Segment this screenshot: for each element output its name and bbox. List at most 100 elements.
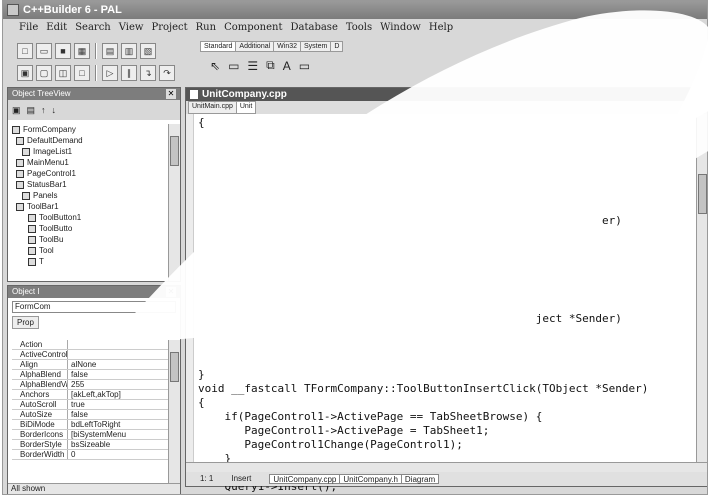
delete-item-icon[interactable]: ▤ [27, 105, 36, 116]
close-icon[interactable]: ✕ [166, 287, 176, 297]
up-arrow-icon[interactable]: ↑ [41, 105, 46, 115]
property-row[interactable]: BorderStyle bsSizeable [12, 440, 168, 450]
tree-item[interactable]: ToolBu [12, 234, 168, 245]
tab-unitmain[interactable]: UnitMain.cpp [188, 101, 237, 114]
editor-hscroll[interactable] [186, 462, 707, 472]
code-line[interactable]: er) [198, 214, 698, 228]
open-project-icon[interactable]: ▤ [102, 43, 118, 59]
code-line[interactable] [198, 284, 698, 298]
label-icon[interactable]: A [283, 59, 291, 73]
pointer-icon[interactable]: ⇖ [210, 59, 220, 73]
menu-help[interactable]: Help [429, 22, 453, 36]
code-line[interactable]: { [198, 396, 698, 410]
tree-item[interactable]: MainMenu1 [12, 157, 168, 168]
menu-file[interactable]: File [19, 22, 38, 36]
save-all-icon[interactable]: ▦ [74, 43, 90, 59]
menu-run[interactable]: Run [196, 22, 216, 36]
view-unit-icon[interactable]: ▣ [17, 65, 33, 81]
code-line[interactable] [198, 298, 698, 312]
code-line[interactable] [198, 144, 698, 158]
code-line[interactable]: ject *Sender) [198, 312, 698, 326]
code-line[interactable] [198, 242, 698, 256]
down-arrow-icon[interactable]: ↓ [52, 105, 57, 115]
code-line[interactable] [198, 158, 698, 172]
menu-project[interactable]: Project [151, 22, 187, 36]
trace-into-icon[interactable]: ↴ [140, 65, 156, 81]
code-line[interactable] [198, 228, 698, 242]
code-line[interactable] [198, 270, 698, 284]
menu-window[interactable]: Window [380, 22, 421, 36]
tree-item[interactable]: DefaultDemand [12, 135, 168, 146]
save-icon[interactable]: ■ [55, 43, 71, 59]
menu-tools[interactable]: Tools [346, 22, 372, 36]
menu-search[interactable]: Search [75, 22, 111, 36]
code-line[interactable] [198, 172, 698, 186]
treeview-scrollbar[interactable] [168, 124, 180, 281]
tree-item[interactable]: Tool [12, 245, 168, 256]
tree-item[interactable]: FormCompany [12, 124, 168, 135]
menu-database[interactable]: Database [290, 22, 337, 36]
code-line[interactable]: { [198, 116, 698, 130]
tab-properties[interactable]: Prop [12, 316, 39, 329]
tree-item[interactable]: StatusBar1 [12, 179, 168, 190]
editor-vscroll[interactable] [696, 114, 707, 472]
tree-item[interactable]: ToolButto [12, 223, 168, 234]
code-line[interactable] [198, 130, 698, 144]
tree-item[interactable]: ToolBar1 [12, 201, 168, 212]
remove-file-icon[interactable]: ▧ [140, 43, 156, 59]
property-row[interactable]: Align alNone [12, 360, 168, 370]
edit-icon[interactable]: ▭ [299, 59, 310, 73]
popupmenu-icon[interactable]: ⧉ [266, 58, 275, 73]
run-icon[interactable]: ▷ [102, 65, 118, 81]
view-form-icon[interactable]: ▢ [36, 65, 52, 81]
property-row[interactable]: BiDiMode bdLeftToRight [12, 420, 168, 430]
menu-edit[interactable]: Edit [46, 22, 67, 36]
code-line[interactable]: if(PageControl1->ActivePage == TabSheetB… [198, 410, 698, 424]
tree-item[interactable]: ToolButton1 [12, 212, 168, 223]
code-line[interactable]: void __fastcall TFormCompany::ToolButton… [198, 382, 698, 396]
property-row[interactable]: Action [12, 340, 168, 350]
object-selector[interactable]: FormCom [12, 301, 176, 313]
code-line[interactable] [198, 326, 698, 340]
code-line[interactable] [198, 354, 698, 368]
pause-icon[interactable]: ∥ [121, 65, 137, 81]
property-row[interactable]: AutoScroll true [12, 400, 168, 410]
palette-tab-standard[interactable]: Standard [200, 41, 237, 52]
frames-icon[interactable]: ▭ [228, 59, 239, 73]
new-form-icon[interactable]: □ [74, 65, 90, 81]
menu-component[interactable]: Component [224, 22, 282, 36]
step-over-icon[interactable]: ↷ [159, 65, 175, 81]
tree-item[interactable]: ImageList1 [12, 146, 168, 157]
palette-tab-additional[interactable]: Additional [235, 41, 275, 52]
new-icon[interactable]: □ [17, 43, 33, 59]
tab-unitcompany-cpp[interactable]: UnitCompany.cpp [269, 474, 341, 484]
property-row[interactable]: BorderWidth 0 [12, 450, 168, 460]
toggle-form-unit-icon[interactable]: ◫ [55, 65, 71, 81]
palette-tab-win32[interactable]: Win32 [273, 41, 302, 52]
property-row[interactable]: Anchors [akLeft,akTop] [12, 390, 168, 400]
scroll-thumb[interactable] [170, 352, 179, 382]
new-item-icon[interactable]: ▣ [12, 105, 21, 116]
property-row[interactable]: BorderIcons [biSystemMenu [12, 430, 168, 440]
tree-item[interactable]: T [12, 256, 168, 267]
tab-unit[interactable]: Unit [235, 101, 257, 114]
property-row[interactable]: AutoSize false [12, 410, 168, 420]
tree-item[interactable]: PageControl1 [12, 168, 168, 179]
tree-item[interactable]: Panels [12, 190, 168, 201]
code-line[interactable] [198, 256, 698, 270]
tab-unitcompany-h[interactable]: UnitCompany.h [339, 474, 402, 484]
open-icon[interactable]: ▭ [36, 43, 52, 59]
code-line[interactable]: } [198, 368, 698, 382]
code-line[interactable] [198, 340, 698, 354]
palette-tab-d[interactable]: D [330, 41, 344, 52]
inspector-scrollbar[interactable] [168, 340, 180, 483]
menu-view[interactable]: View [119, 22, 144, 36]
property-row[interactable]: ActiveControl [12, 350, 168, 360]
tab-diagram[interactable]: Diagram [400, 474, 440, 484]
scroll-thumb[interactable] [698, 174, 707, 214]
code-line[interactable] [198, 200, 698, 214]
palette-tab-system[interactable]: System [300, 41, 332, 52]
property-row[interactable]: AlphaBlend false [12, 370, 168, 380]
add-file-icon[interactable]: ▥ [121, 43, 137, 59]
close-icon[interactable]: ✕ [166, 89, 176, 99]
